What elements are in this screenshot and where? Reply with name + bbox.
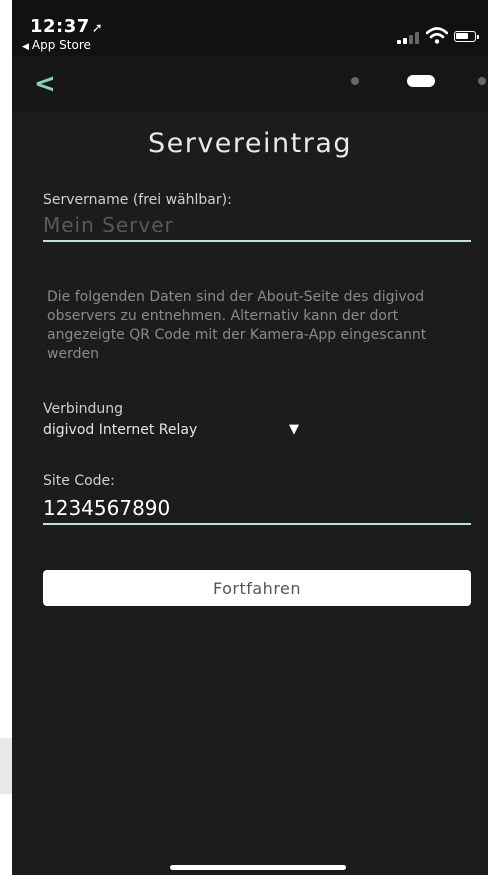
page-dot-3 xyxy=(478,77,486,85)
location-arrow-icon: ➚ xyxy=(91,21,104,36)
battery-icon xyxy=(454,31,479,42)
server-name-input[interactable] xyxy=(43,210,471,242)
server-name-label: Servername (frei wählbar): xyxy=(43,192,232,208)
nav-bar: < xyxy=(12,56,488,112)
site-code-label: Site Code: xyxy=(43,473,115,489)
info-text: Die folgenden Daten sind der About-Seite… xyxy=(47,289,427,362)
background-strip xyxy=(0,738,12,794)
back-to-app-store[interactable]: ◀ App Store xyxy=(22,38,91,52)
back-triangle-icon: ◀ xyxy=(22,42,29,52)
cellular-signal-icon xyxy=(397,32,419,44)
app-screen: 12:37 ➚ ◀ App Store < Servereintrag Server… xyxy=(12,0,488,875)
status-bar: 12:37 ➚ ◀ App Store xyxy=(12,0,488,56)
site-code-input[interactable] xyxy=(43,493,471,525)
wifi-icon xyxy=(426,27,448,44)
home-indicator[interactable] xyxy=(170,865,346,870)
chevron-left-icon[interactable]: < xyxy=(34,69,56,99)
connection-label: Verbindung xyxy=(43,401,124,417)
page-title: Servereintrag xyxy=(147,128,353,159)
page-dot-1 xyxy=(351,77,359,85)
status-time: 12:37 ➚ xyxy=(30,16,104,37)
dropdown-arrow-icon: ▼ xyxy=(289,422,299,437)
continue-button[interactable]: Fortfahren xyxy=(43,570,471,606)
connection-select[interactable]: digivod Internet Relay ▼ xyxy=(43,422,313,442)
page-dot-2-active xyxy=(407,75,435,87)
connection-value: digivod Internet Relay xyxy=(43,422,198,438)
